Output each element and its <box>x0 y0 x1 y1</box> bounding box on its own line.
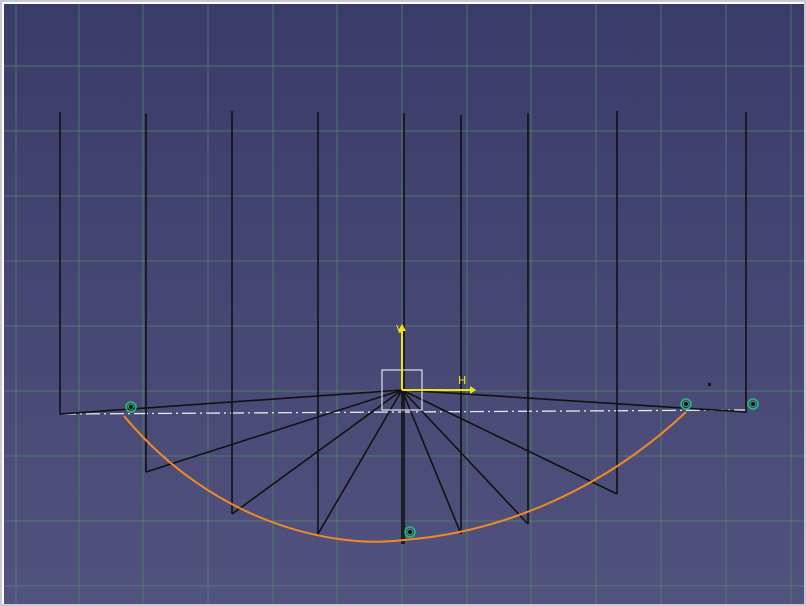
coincidence-point-center <box>128 404 134 410</box>
coincidence-point-center <box>407 529 413 535</box>
window-frame: H V <box>0 0 806 606</box>
vertical-axis-label: V <box>396 323 404 336</box>
sketch-canvas[interactable]: H V <box>4 4 804 604</box>
coincidence-point-center <box>683 401 689 407</box>
horizontal-axis-label: H <box>458 374 466 387</box>
sketch-viewport[interactable]: H V <box>4 4 804 604</box>
stray-point[interactable] <box>708 383 711 386</box>
coincidence-point-center <box>750 401 756 407</box>
